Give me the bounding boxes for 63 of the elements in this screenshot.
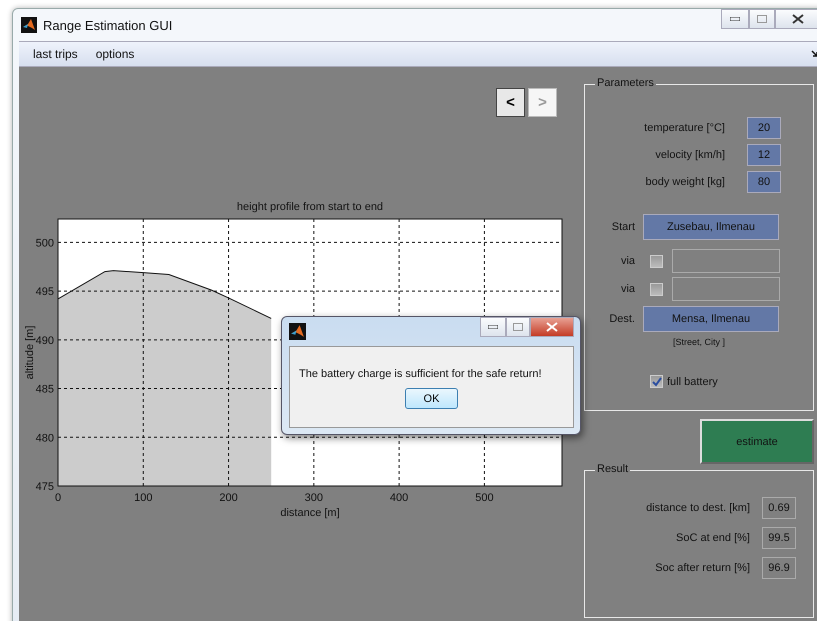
y-tick-label: 475: [36, 481, 54, 493]
x-axis-label: distance [m]: [280, 507, 340, 519]
close-icon: [792, 14, 804, 24]
x-tick-label: 300: [304, 492, 324, 504]
via-checkbox[interactable]: [650, 282, 663, 296]
route-label: Start: [610, 221, 636, 233]
via-address-field[interactable]: [672, 249, 780, 273]
via-checkbox[interactable]: [650, 254, 663, 268]
x-tick-label: 100: [134, 492, 152, 504]
result-label: SoC at end [%]: [676, 532, 750, 544]
minimize-button[interactable]: [721, 9, 749, 29]
chart-title: height profile from start to end: [236, 201, 384, 213]
panel-title: Parameters: [595, 77, 656, 89]
address-hint: [Street, City ]: [673, 337, 726, 347]
close-button[interactable]: [775, 9, 817, 29]
window-title: Range Estimation GUI: [43, 18, 174, 32]
x-tick-label: 400: [390, 492, 408, 504]
field-label: velocity [km/h]: [655, 149, 725, 161]
number-field[interactable]: 20: [747, 117, 781, 139]
y-tick-label: 485: [36, 384, 54, 396]
result-label: Soc after return [%]: [655, 562, 750, 574]
menu-item[interactable]: last trips: [33, 47, 78, 61]
close-icon: [546, 322, 558, 332]
next-button[interactable]: >: [528, 88, 557, 117]
full-battery-checkbox[interactable]: [650, 375, 663, 388]
x-tick-label: 0: [54, 492, 62, 504]
matlab-logo-icon: [21, 17, 37, 33]
route-label: via: [620, 255, 636, 267]
address-field[interactable]: Mensa, Ilmenau: [643, 306, 779, 332]
field-label: body weight [kg]: [646, 176, 725, 188]
estimate-button[interactable]: estimate: [700, 419, 814, 464]
x-tick-label: 200: [219, 492, 238, 504]
y-axis-label: altitude [m]: [24, 326, 36, 380]
result-value: 96.9: [762, 557, 796, 579]
checkbox-label: full battery: [667, 376, 718, 388]
number-field[interactable]: 12: [747, 144, 781, 166]
minimize-button[interactable]: [480, 317, 506, 337]
panel-title: Result: [595, 463, 630, 475]
result-label: distance to dest. [km]: [646, 502, 750, 514]
maximize-icon: [513, 323, 523, 331]
maximize-icon: [757, 15, 767, 23]
via-address-field[interactable]: [672, 277, 780, 301]
address-field[interactable]: Zusebau, Ilmenau: [643, 214, 779, 240]
ok-button[interactable]: OK: [405, 388, 458, 409]
y-tick-label: 500: [36, 237, 54, 250]
route-label: Dest.: [608, 313, 636, 325]
y-tick-label: 480: [36, 432, 54, 444]
y-tick-label: 495: [36, 286, 54, 298]
minimize-icon: [488, 325, 498, 329]
result-value: 99.5: [762, 527, 796, 549]
minimize-icon: [730, 17, 740, 21]
number-field[interactable]: 80: [747, 171, 781, 193]
result-value: 0.69: [762, 497, 796, 519]
route-label: via: [620, 283, 636, 295]
close-button[interactable]: [530, 317, 574, 337]
field-label: temperature [°C]: [644, 122, 725, 134]
matlab-logo-icon: [289, 323, 306, 340]
dock-arrow-icon[interactable]: [811, 50, 817, 58]
x-tick-label: 500: [475, 492, 494, 504]
dialog-message: The battery charge is sufficient for the safe return!: [299, 368, 542, 380]
previous-button[interactable]: <: [496, 88, 525, 117]
menu-item[interactable]: options: [96, 47, 134, 61]
y-tick-label: 490: [36, 334, 54, 347]
